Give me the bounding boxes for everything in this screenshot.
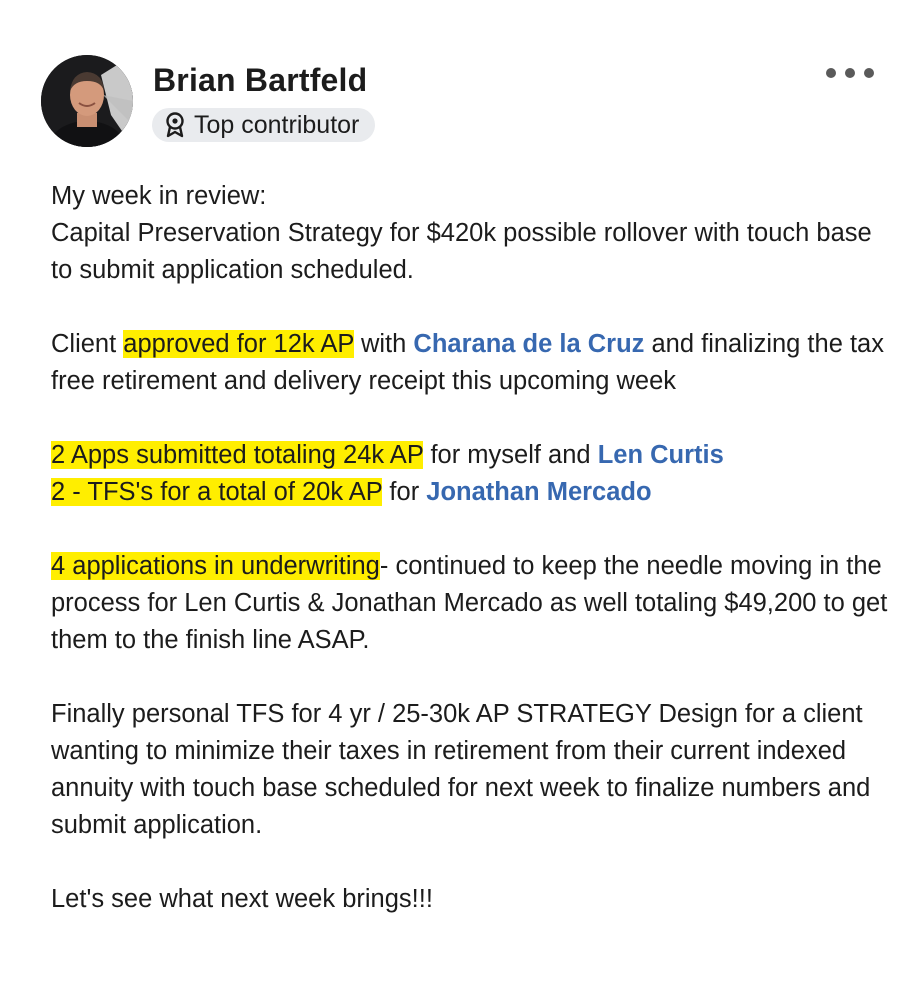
post-text: for [382,478,427,506]
more-dot [826,68,836,78]
profile-photo [41,55,133,147]
badge-label: Top contributor [194,110,360,139]
post-text: Capital Preservation Strategy for $420k … [51,219,872,284]
post-body: My week in review: Capital Preservation S… [51,178,891,918]
post-text: Let's see what next week brings!!! [51,885,433,913]
paragraph-underwriting: 4 applications in underwriting- continue… [51,548,891,659]
paragraph-apps-submitted: 2 Apps submitted totaling 24k AP for mys… [51,437,891,511]
more-dot [845,68,855,78]
author-name[interactable]: Brian Bartfeld [153,62,367,99]
mention-link[interactable]: Charana de la Cruz [413,330,644,358]
award-ribbon-icon [164,112,186,138]
avatar[interactable] [41,55,133,147]
mention-link[interactable]: Len Curtis [598,441,724,469]
highlighted-text: 2 Apps submitted totaling 24k AP [51,441,424,469]
more-dot [864,68,874,78]
paragraph-closing: Let's see what next week brings!!! [51,881,891,918]
post-text: for myself and [423,441,598,469]
top-contributor-badge[interactable]: Top contributor [152,108,376,142]
mention-link[interactable]: Jonathan Mercado [426,478,651,506]
more-options-icon[interactable] [826,64,874,82]
post-text: with [353,330,414,358]
post-text: My week in review: [51,182,267,210]
paragraph-tfs-strategy: Finally personal TFS for 4 yr / 25-30k A… [51,696,891,844]
post-text: Finally personal TFS for 4 yr / 25-30k A… [51,700,871,839]
highlighted-text: approved for 12k AP [123,330,354,358]
post-text: Client [51,330,124,358]
highlighted-text: 2 - TFS's for a total of 20k AP [51,478,383,506]
paragraph-week-review: My week in review: Capital Preservation S… [51,178,891,289]
highlighted-text: 4 applications in underwriting [51,552,380,580]
paragraph-client-approved: Client approved for 12k AP with Charana … [51,326,891,400]
post-card: Brian Bartfeld Top contributor My week i… [0,0,914,986]
